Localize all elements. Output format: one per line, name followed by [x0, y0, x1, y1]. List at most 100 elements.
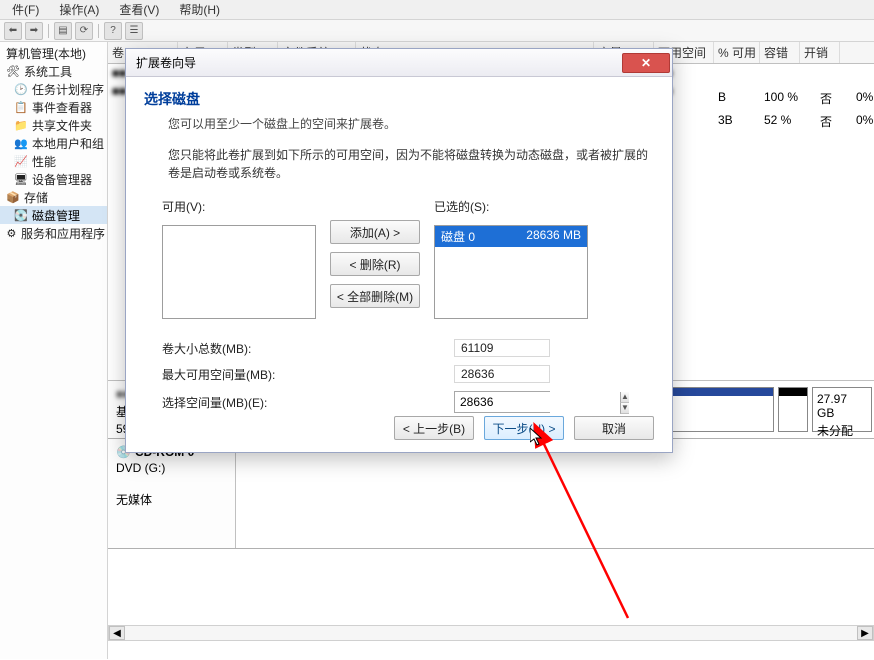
- menu-view[interactable]: 查看(V): [111, 0, 167, 20]
- cell-over: 0%: [856, 113, 874, 130]
- tree-label: 性能: [32, 153, 56, 170]
- cell-suffix: 3B: [718, 113, 758, 130]
- users-icon: 👥: [14, 136, 28, 150]
- cdrom-row[interactable]: 💿 CD-ROM 0 DVD (G:) 无媒体: [108, 439, 874, 549]
- choose-size-input[interactable]: [455, 392, 620, 412]
- scrollbar-track[interactable]: [125, 626, 857, 640]
- tree-label: 设备管理器: [32, 171, 92, 188]
- unallocated-label: 未分配: [817, 422, 867, 439]
- unallocated-space[interactable]: 27.97 GB 未分配: [812, 387, 872, 432]
- selected-disk-size: 28636 MB: [526, 228, 581, 245]
- toolbar-help-icon[interactable]: ?: [104, 22, 122, 40]
- selected-listbox[interactable]: 磁盘 0 28636 MB: [434, 225, 588, 319]
- dialog-titlebar[interactable]: 扩展卷向导 ✕: [126, 49, 672, 77]
- constraint-note: 您只能将此卷扩展到如下所示的可用空间，因为不能将磁盘转换为动态磁盘，或者被扩展的…: [168, 146, 654, 182]
- close-button[interactable]: ✕: [622, 53, 670, 73]
- tree-system-tools[interactable]: 🛠 系统工具: [0, 62, 107, 80]
- toolbar-back-icon[interactable]: ⬅: [4, 22, 22, 40]
- choose-size-row: 选择空间量(MB)(E): ▲ ▼: [162, 391, 654, 413]
- services-icon: ⚙: [6, 226, 17, 240]
- tree-root[interactable]: 算机管理(本地): [0, 44, 107, 62]
- dialog-body: 选择磁盘 您可以用至少一个磁盘上的空间来扩展卷。 您只能将此卷扩展到如下所示的可…: [126, 77, 672, 425]
- tree-label: 磁盘管理: [32, 207, 80, 224]
- device-icon: 🖥: [14, 172, 28, 186]
- share-icon: 📁: [14, 118, 28, 132]
- tree-label: 服务和应用程序: [21, 225, 105, 242]
- separator: [48, 24, 49, 38]
- col-pctfree[interactable]: % 可用: [714, 42, 760, 63]
- tree-label: 任务计划程序: [32, 81, 104, 98]
- schedule-icon: 🕑: [14, 82, 28, 96]
- scrollbar-right-arrow-icon[interactable]: ▶: [857, 626, 873, 640]
- next-button[interactable]: 下一步(N) >: [484, 416, 564, 440]
- menu-file[interactable]: 件(F): [4, 0, 47, 20]
- tree-shared-folders[interactable]: 📁 共享文件夹: [0, 116, 107, 134]
- back-button[interactable]: < 上一步(B): [394, 416, 474, 440]
- folder-icon: 🛠: [6, 64, 20, 78]
- transfer-buttons: 添加(A) > < 删除(R) < 全部删除(M): [330, 220, 420, 308]
- menubar: 件(F) 操作(A) 查看(V) 帮助(H): [0, 0, 874, 20]
- event-icon: 📋: [14, 100, 28, 114]
- spinner-up-icon[interactable]: ▲: [620, 392, 629, 403]
- partition-3[interactable]: [778, 387, 808, 432]
- cell-fault: 否: [820, 90, 850, 107]
- remove-button[interactable]: < 删除(R): [330, 252, 420, 276]
- menu-action[interactable]: 操作(A): [51, 0, 107, 20]
- menu-help[interactable]: 帮助(H): [171, 0, 228, 20]
- toolbar-forward-icon[interactable]: ➡: [25, 22, 43, 40]
- available-label: 可用(V):: [162, 198, 316, 215]
- total-size-label: 卷大小总数(MB):: [162, 340, 442, 357]
- storage-icon: 📦: [6, 190, 20, 204]
- tree-label: 本地用户和组: [32, 135, 104, 152]
- selected-disk-name: 磁盘 0: [441, 228, 475, 245]
- dialog-title: 扩展卷向导: [136, 54, 196, 71]
- tree-storage[interactable]: 📦 存储: [0, 188, 107, 206]
- cell-suffix: B: [718, 90, 758, 107]
- volume-row-right-visible: B 100 % 否 0% 3B 52 % 否 0%: [714, 88, 874, 124]
- toolbar-refresh-icon[interactable]: ⟳: [75, 22, 93, 40]
- performance-icon: 📈: [14, 154, 28, 168]
- extend-volume-wizard-dialog: 扩展卷向导 ✕ 选择磁盘 您可以用至少一个磁盘上的空间来扩展卷。 您只能将此卷扩…: [125, 48, 673, 453]
- tree-label: 事件查看器: [32, 99, 92, 116]
- tree-local-users[interactable]: 👥 本地用户和组: [0, 134, 107, 152]
- col-overhead[interactable]: 开销: [800, 42, 840, 63]
- tree-disk-management[interactable]: 💽 磁盘管理: [0, 206, 107, 224]
- tree-label: 共享文件夹: [32, 117, 92, 134]
- available-column: 可用(V):: [162, 198, 316, 319]
- max-size-label: 最大可用空间量(MB):: [162, 366, 442, 383]
- separator: [98, 24, 99, 38]
- tree-task-scheduler[interactable]: 🕑 任务计划程序: [0, 80, 107, 98]
- col-fault[interactable]: 容错: [760, 42, 800, 63]
- tree-label: 存储: [24, 189, 48, 206]
- cell-pct: 100 %: [764, 90, 814, 107]
- close-icon: ✕: [641, 56, 651, 70]
- cdrom-empty: [236, 439, 874, 548]
- tree-event-viewer[interactable]: 📋 事件查看器: [0, 98, 107, 116]
- selected-label: 已选的(S):: [434, 198, 588, 215]
- add-button[interactable]: 添加(A) >: [330, 220, 420, 244]
- toolbar-list-icon[interactable]: ☰: [125, 22, 143, 40]
- max-size-value: 28636: [454, 365, 550, 383]
- cdrom-nomedia: 无媒体: [116, 491, 227, 508]
- choose-size-spinner[interactable]: ▲ ▼: [454, 391, 550, 413]
- available-listbox[interactable]: [162, 225, 316, 319]
- remove-all-button[interactable]: < 全部删除(M): [330, 284, 420, 308]
- max-size-row: 最大可用空间量(MB): 28636: [162, 365, 654, 383]
- tree-label: 系统工具: [24, 63, 72, 80]
- choose-size-label: 选择空间量(MB)(E):: [162, 394, 442, 411]
- selected-column: 已选的(S): 磁盘 0 28636 MB: [434, 198, 588, 319]
- tree-device-manager[interactable]: 🖥 设备管理器: [0, 170, 107, 188]
- scrollbar-left-arrow-icon[interactable]: ◀: [109, 626, 125, 640]
- tree-services[interactable]: ⚙ 服务和应用程序: [0, 224, 107, 242]
- selected-disk-item[interactable]: 磁盘 0 28636 MB: [435, 226, 587, 247]
- section-desc: 您可以用至少一个磁盘上的空间来扩展卷。: [168, 115, 654, 132]
- tree-sidebar: 算机管理(本地) 🛠 系统工具 🕑 任务计划程序 📋 事件查看器 📁 共享文件夹…: [0, 42, 108, 659]
- partition-color-bar: [779, 388, 807, 396]
- horizontal-scrollbar[interactable]: ◀ ▶: [108, 625, 874, 641]
- spinner-buttons: ▲ ▼: [620, 392, 629, 412]
- spinner-down-icon[interactable]: ▼: [620, 403, 629, 414]
- cancel-button[interactable]: 取消: [574, 416, 654, 440]
- toolbar: ⬅ ➡ ▤ ⟳ ? ☰: [0, 20, 874, 42]
- tree-performance[interactable]: 📈 性能: [0, 152, 107, 170]
- toolbar-properties-icon[interactable]: ▤: [54, 22, 72, 40]
